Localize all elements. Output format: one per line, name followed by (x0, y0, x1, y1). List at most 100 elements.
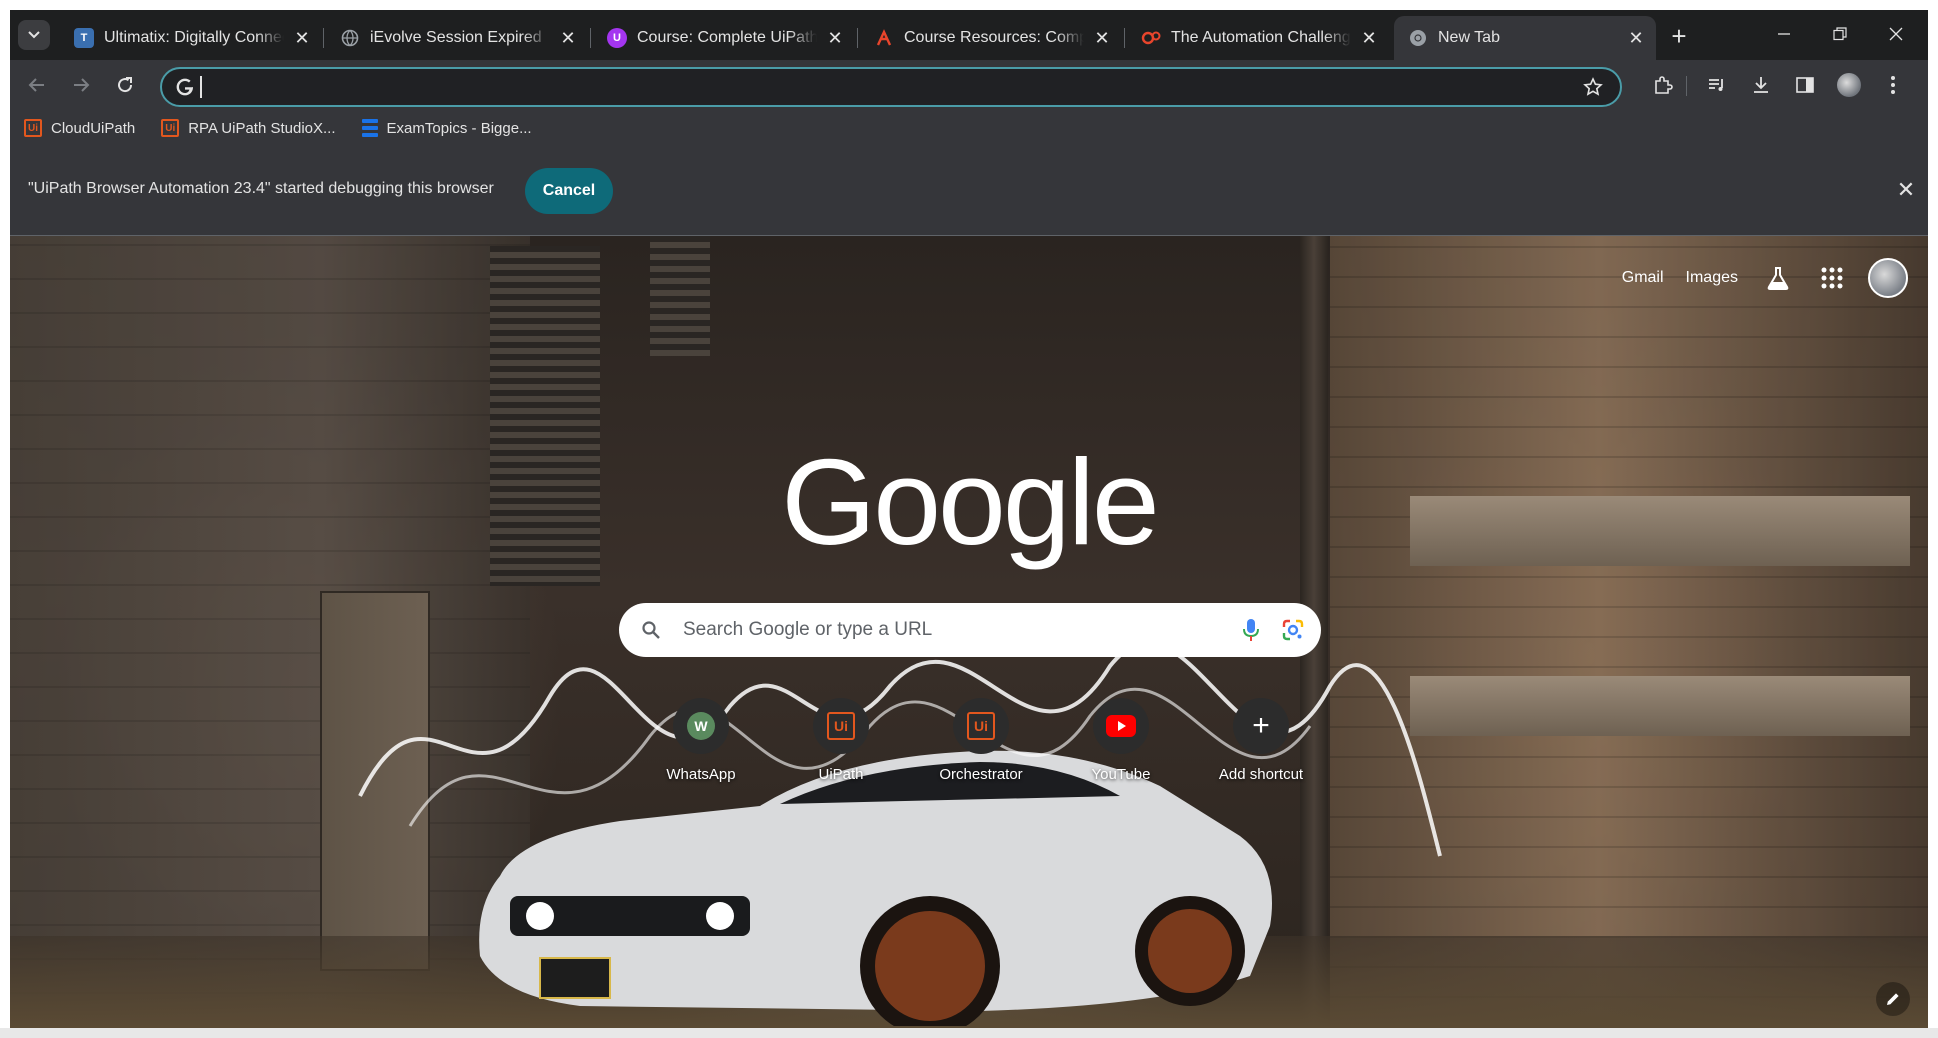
tab-title: Course: Complete UiPath R (637, 29, 817, 46)
debugging-infobar: "UiPath Browser Automation 23.4" started… (10, 146, 1928, 236)
uipath-icon: Ui (161, 119, 180, 137)
shortcut-uipath[interactable]: Ui UiPath (786, 698, 896, 808)
tab-separator (590, 28, 591, 48)
tab-separator (857, 28, 858, 48)
forward-button[interactable] (66, 70, 96, 100)
tab-title: Course Resources: Complet (904, 29, 1084, 46)
customize-chrome-button[interactable] (1876, 982, 1910, 1016)
playlist-icon (1709, 79, 1723, 91)
close-icon[interactable]: ✕ (1092, 28, 1112, 48)
bookmarks-bar: Ui CloudUiPath Ui RPA UiPath StudioX... … (10, 110, 1928, 146)
media-button[interactable] (1702, 70, 1732, 100)
background-image (650, 236, 710, 356)
cancel-button[interactable]: Cancel (525, 168, 613, 214)
shortcut-icon (1093, 698, 1149, 754)
camera-lens-icon (1282, 619, 1304, 641)
tata-icon: T (74, 28, 94, 48)
bookmark-examtopics[interactable]: ExamTopics - Bigge... (361, 119, 532, 137)
address-bar[interactable] (160, 67, 1622, 107)
extensions-button[interactable] (1648, 70, 1678, 100)
minimize-icon (1778, 33, 1790, 35)
gmail-link[interactable]: Gmail (1622, 269, 1664, 287)
google-apps-button[interactable] (1814, 260, 1850, 296)
close-icon[interactable]: ✕ (825, 28, 845, 48)
new-tab-button[interactable]: + (1665, 21, 1693, 51)
side-panel-button[interactable] (1790, 70, 1820, 100)
ntp-header-links: Gmail Images (1622, 256, 1928, 300)
chrome-icon (1408, 28, 1428, 48)
tab-ultimatix[interactable]: T Ultimatix: Digitally Connect ✕ (60, 16, 322, 60)
lens-search-button[interactable] (1279, 616, 1307, 644)
labs-button[interactable] (1760, 260, 1796, 296)
infobar-message: "UiPath Browser Automation 23.4" started… (28, 180, 494, 197)
youtube-icon (1106, 715, 1136, 737)
tab-course-resources[interactable]: Course Resources: Complet ✕ (860, 16, 1122, 60)
bookmark-label: CloudUiPath (51, 119, 136, 137)
whatsapp-icon: W (687, 712, 715, 740)
menu-button[interactable] (1878, 70, 1908, 100)
shortcut-label: YouTube (1091, 766, 1151, 783)
chevron-down-icon (28, 31, 40, 39)
tab-title: Ultimatix: Digitally Connect (104, 29, 284, 46)
uipath-icon: Ui (967, 712, 995, 740)
google-g-icon (174, 76, 196, 98)
tab-course-uipath[interactable]: U Course: Complete UiPath R ✕ (593, 16, 855, 60)
udemy-icon: U (607, 28, 627, 48)
search-icon (639, 618, 663, 642)
close-icon[interactable]: ✕ (1359, 28, 1379, 48)
reload-button[interactable] (110, 70, 140, 100)
bookmark-clouduipath[interactable]: Ui CloudUiPath (24, 119, 135, 137)
toolbar (10, 60, 1928, 110)
close-icon[interactable]: ✕ (292, 28, 312, 48)
shortcut-youtube[interactable]: YouTube (1066, 698, 1176, 808)
taskbar-edge (0, 1028, 1938, 1038)
bookmark-label: ExamTopics - Bigge... (386, 119, 532, 137)
examtopics-icon (361, 119, 378, 137)
tab-title: New Tab (1438, 29, 1500, 46)
shortcut-label: Add shortcut (1218, 766, 1304, 783)
address-input[interactable] (212, 77, 1578, 97)
bookmark-rpa-uipath-studiox[interactable]: Ui RPA UiPath StudioX... (161, 119, 336, 137)
ntp-search-box[interactable]: Search Google or type a URL (619, 603, 1321, 657)
account-avatar[interactable] (1868, 258, 1908, 298)
back-button[interactable] (22, 70, 52, 100)
tab-title: The Automation Challenge (1171, 29, 1351, 46)
plus-icon: + (1233, 698, 1289, 754)
background-image (1410, 676, 1910, 736)
tab-automation-challenge[interactable]: The Automation Challenge ✕ (1127, 16, 1389, 60)
shortcut-whatsapp[interactable]: W WhatsApp (646, 698, 756, 808)
close-icon[interactable]: ✕ (1626, 28, 1646, 48)
bookmark-star-button[interactable] (1578, 72, 1608, 102)
profile-button[interactable] (1834, 70, 1864, 100)
google-logo: Google (781, 434, 1159, 570)
shortcut-add[interactable]: + Add shortcut (1206, 698, 1316, 808)
globe-icon (340, 28, 360, 48)
close-window-button[interactable] (1868, 16, 1924, 52)
shortcut-label: UiPath (818, 766, 864, 783)
tab-search-button[interactable] (18, 20, 50, 50)
shortcut-label: Orchestrator (939, 766, 1023, 783)
downloads-button[interactable] (1746, 70, 1776, 100)
more-vert-icon (1891, 76, 1895, 94)
tab-ievolve[interactable]: iEvolve Session Expired ✕ (326, 16, 588, 60)
arrow-left-icon (28, 78, 44, 92)
images-link[interactable]: Images (1686, 269, 1738, 287)
shortcuts-grid: W WhatsApp Ui UiPath Ui Orchestrator You… (646, 698, 1346, 808)
voice-search-button[interactable] (1237, 616, 1265, 644)
shortcut-icon: Ui (953, 698, 1009, 754)
microphone-icon (1243, 619, 1259, 641)
tab-new-tab[interactable]: New Tab ✕ (1394, 16, 1656, 60)
close-icon (1889, 27, 1903, 41)
search-placeholder: Search Google or type a URL (683, 619, 933, 640)
arrow-right-icon (74, 78, 90, 92)
tab-strip: T Ultimatix: Digitally Connect ✕ iEvolve… (10, 10, 1928, 60)
restore-button[interactable] (1812, 16, 1868, 52)
flask-icon (1767, 267, 1789, 290)
shortcut-orchestrator[interactable]: Ui Orchestrator (926, 698, 1036, 808)
side-panel-icon (1796, 77, 1814, 93)
uipath-icon: Ui (24, 119, 42, 137)
minimize-button[interactable] (1756, 16, 1812, 52)
close-icon[interactable]: ✕ (558, 28, 578, 48)
close-icon[interactable]: ✕ (1894, 177, 1918, 202)
shortcut-label: WhatsApp (666, 766, 736, 783)
